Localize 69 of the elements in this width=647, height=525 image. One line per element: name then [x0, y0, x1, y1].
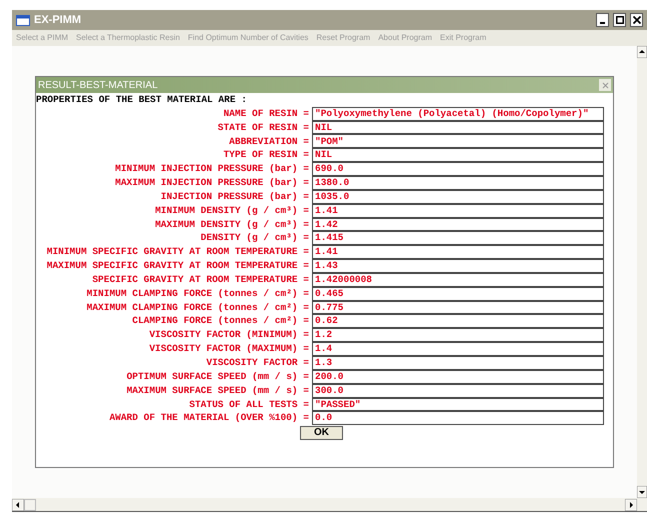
value-field: 1.41 [312, 204, 604, 218]
value-field: 1.3 [312, 356, 604, 370]
property-label: MINIMUM DENSITY (g / cm³) = [155, 204, 309, 218]
window-icon [16, 14, 30, 26]
property-label: INJECTION PRESSURE (bar) = [160, 190, 309, 204]
value-field: 1.41 [312, 245, 604, 260]
property-label: MINIMUM INJECTION PRESSURE (bar) = [115, 162, 309, 176]
close-button[interactable] [630, 13, 643, 27]
close-icon [602, 82, 608, 88]
value-field: 0.465 [312, 286, 604, 301]
property-label: MINIMUM CLAMPING FORCE (tonnes / cm²) = [86, 286, 309, 301]
property-label: NAME OF RESIN = [223, 106, 309, 121]
close-icon [632, 16, 640, 24]
property-label: SPECIFIC GRAVITY AT ROOM TEMPERATURE = [92, 272, 309, 287]
property-label: TYPE OF RESIN = [223, 148, 309, 162]
value-field: NIL [312, 148, 604, 162]
minimize-button[interactable] [596, 13, 609, 27]
menu-item[interactable]: Reset Program [316, 32, 370, 44]
scroll-thumb[interactable] [24, 498, 36, 510]
property-label: MAXIMUM SURFACE SPEED (mm / s) = [126, 384, 309, 398]
value-field: 1.42000008 [312, 272, 604, 287]
value-field: 1.415 [312, 231, 604, 246]
window-title: EX-PIMM [34, 12, 82, 28]
property-label: DENSITY (g / cm³) = [200, 231, 309, 246]
menu-item[interactable]: Exit Program [440, 32, 486, 44]
property-label: OPTIMUM SURFACE SPEED (mm / s) = [126, 370, 309, 384]
heading-text: PROPERTIES OF THE BEST MATERIAL ARE : [36, 93, 248, 107]
property-label: VISCOSITY FACTOR (MAXIMUM) = [149, 342, 309, 356]
menu-item[interactable]: About Program [378, 32, 432, 44]
property-label: VISCOSITY FACTOR = [206, 356, 309, 370]
minimize-icon [600, 22, 605, 24]
value-field: "POM" [312, 134, 604, 148]
value-field: 0.62 [312, 314, 604, 328]
value-field: "Polyoxymethylene (Polyacetal) (Homo/Copolymer)" [312, 106, 604, 121]
value-field: 0.0 [312, 411, 604, 426]
property-label: ABBREVIATION = [229, 134, 309, 148]
property-label: MINIMUM SPECIFIC GRAVITY AT ROOM TEMPERATURE = [46, 245, 309, 260]
value-field: 0.775 [312, 300, 604, 314]
value-field: 1.43 [312, 259, 604, 273]
property-label: MAXIMUM DENSITY (g / cm³) = [155, 218, 309, 232]
value-field: 1.2 [312, 328, 604, 342]
value-field: 1.4 [312, 342, 604, 356]
property-label: MAXIMUM CLAMPING FORCE (tonnes / cm²) = [86, 300, 309, 314]
scroll-up-icon[interactable] [637, 46, 647, 58]
property-label: AWARD OF THE MATERIAL (OVER %100) = [109, 411, 309, 426]
menu-item[interactable]: Find Optimum Number of Cavities [188, 32, 308, 44]
value-field: 300.0 [312, 384, 604, 398]
value-field: "PASSED" [312, 398, 604, 412]
property-label: MAXIMUM INJECTION PRESSURE (bar) = [115, 176, 309, 190]
value-field: 1380.0 [312, 176, 604, 190]
value-field: NIL [312, 120, 604, 134]
menu-item[interactable]: Select a PIMM [16, 32, 68, 44]
property-label: STATUS OF ALL TESTS = [189, 398, 309, 412]
scroll-down-icon[interactable] [637, 486, 647, 498]
dialog-title: RESULT-BEST-MATERIAL [38, 78, 159, 92]
ok-button[interactable]: OK [300, 426, 343, 440]
property-label: CLAMPING FORCE (tonnes / cm²) = [132, 314, 309, 328]
property-label: VISCOSITY FACTOR (MINIMUM) = [149, 328, 309, 342]
property-label: STATE OF RESIN = [218, 120, 309, 134]
value-field: 690.0 [312, 162, 604, 176]
value-field: 1035.0 [312, 190, 604, 204]
property-label: MAXIMUM SPECIFIC GRAVITY AT ROOM TEMPERATURE = [46, 259, 309, 273]
scroll-left-icon[interactable] [12, 498, 24, 510]
scroll-right-icon[interactable] [625, 498, 637, 510]
value-field: 1.42 [312, 218, 604, 232]
maximize-button[interactable] [613, 13, 626, 27]
maximize-icon [616, 16, 624, 24]
value-field: 200.0 [312, 370, 604, 384]
menu-item[interactable]: Select a Thermoplastic Resin [76, 32, 180, 44]
